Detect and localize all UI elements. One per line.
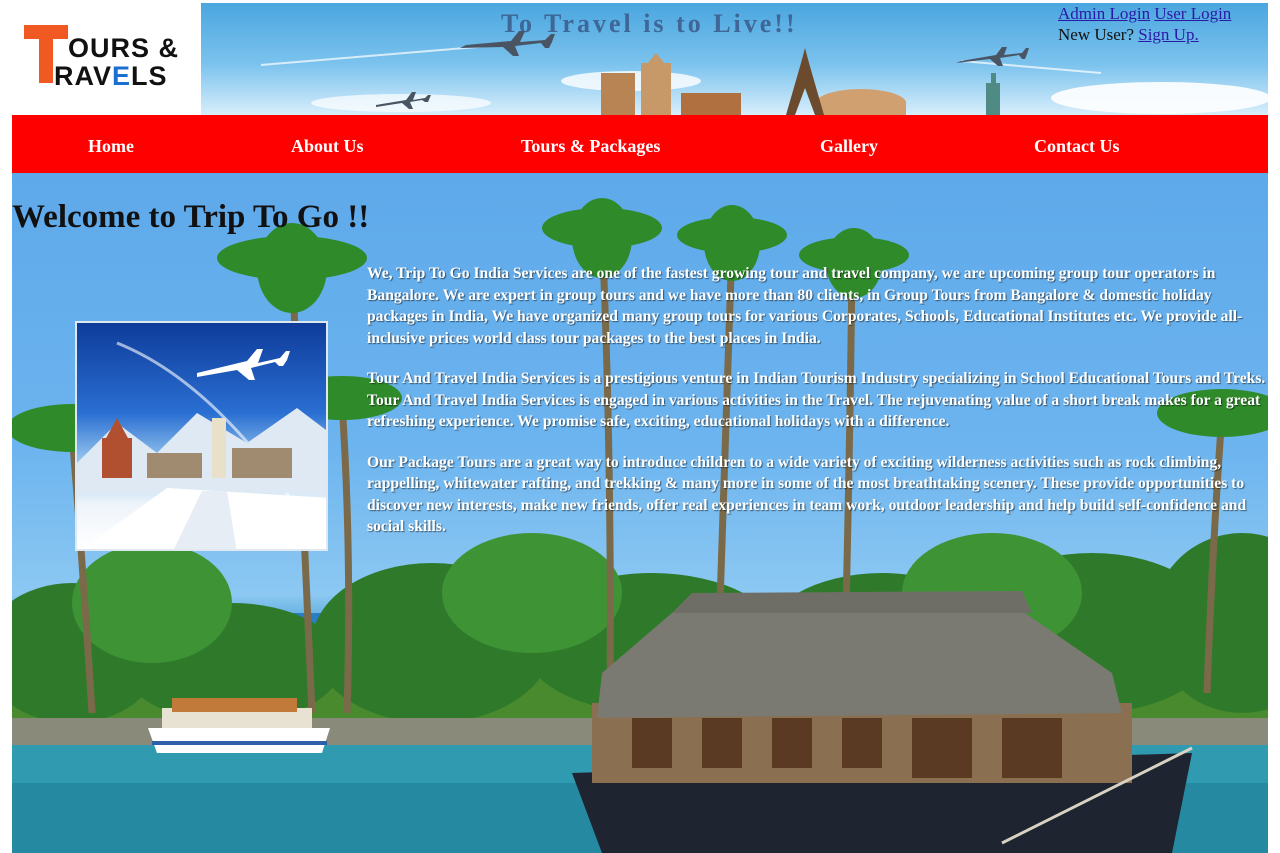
travel-collage-image <box>75 321 328 551</box>
logo-text-tours: OURS & <box>68 33 180 63</box>
nav-item-about-us[interactable]: About Us <box>291 115 364 173</box>
auth-links: Admin Login User Login New User? Sign Up… <box>1058 3 1273 45</box>
nav-item-contact-us[interactable]: Contact Us <box>1034 115 1120 173</box>
about-paragraph: Tour And Travel India Services is a pres… <box>367 370 1266 430</box>
about-paragraph: Our Package Tours are a great way to int… <box>367 453 1247 536</box>
page: OURS & RAVELS To Travel is to Live!! Adm… <box>0 0 1280 853</box>
page-title: Welcome to Trip To Go !! <box>12 199 370 235</box>
site-logo[interactable]: OURS & RAVELS <box>12 3 201 115</box>
statue-of-liberty-icon <box>986 73 1000 115</box>
travel-collage-illustration <box>77 341 326 549</box>
main-nav: Home About Us Tours & Packages Gallery C… <box>12 115 1268 173</box>
monuments-skyline <box>601 53 906 115</box>
banner-tagline: To Travel is to Live!! <box>501 9 798 38</box>
sign-up-link[interactable]: Sign Up. <box>1138 25 1198 44</box>
user-login-link[interactable]: User Login <box>1154 4 1231 23</box>
about-paragraph: We, Trip To Go India Services are one of… <box>367 265 1243 347</box>
nav-item-home[interactable]: Home <box>88 115 134 173</box>
nav-item-gallery[interactable]: Gallery <box>820 115 878 173</box>
eiffel-tower-icon <box>786 48 824 115</box>
logo-text-travels: RAVELS <box>54 61 168 91</box>
admin-login-link[interactable]: Admin Login <box>1058 4 1150 23</box>
hero-section: Welcome to Trip To Go !! We, Trip To Go … <box>12 173 1268 853</box>
new-user-prompt: New User? <box>1058 25 1134 44</box>
airplane-icon <box>197 349 290 380</box>
about-content: We, Trip To Go India Services are one of… <box>367 263 1268 557</box>
nav-item-tours-packages[interactable]: Tours & Packages <box>521 115 660 173</box>
